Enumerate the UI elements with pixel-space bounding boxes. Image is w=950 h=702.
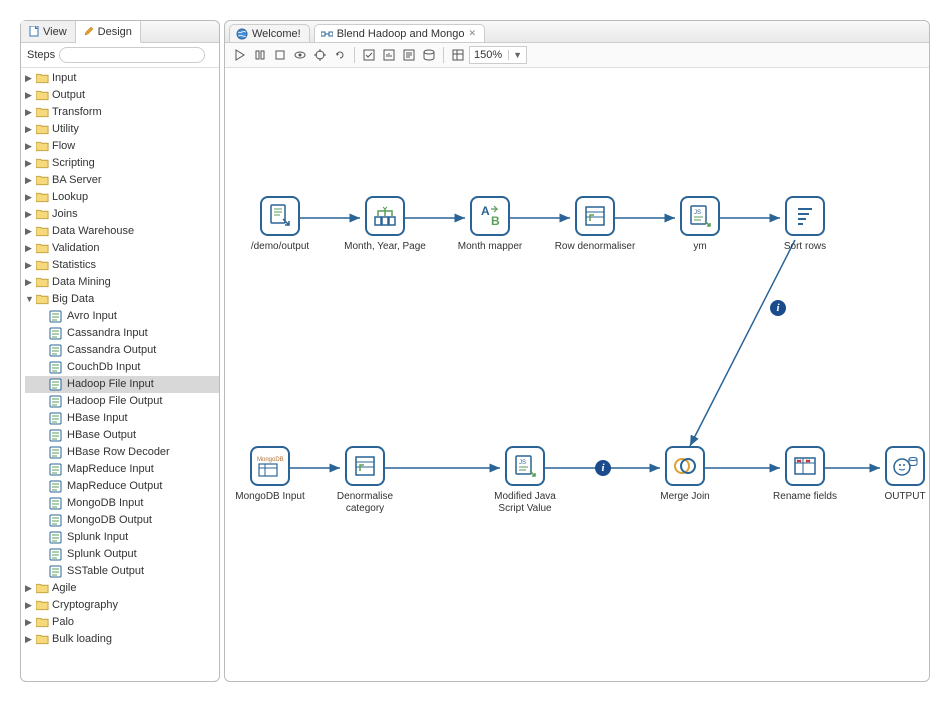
preview-button[interactable]	[291, 46, 309, 64]
right-panel: Welcome! Blend Hadoop and Mongo ✕ 150%	[224, 20, 930, 682]
chevron-down-icon: ▼	[508, 50, 522, 60]
tree-folder[interactable]: ▶Validation	[25, 240, 219, 257]
svg-text:JS: JS	[519, 460, 526, 466]
info-badge[interactable]: i	[770, 300, 786, 316]
tab-view[interactable]: View	[21, 21, 76, 42]
tab-welcome-label: Welcome!	[252, 28, 301, 40]
tree-folder[interactable]: ▶Statistics	[25, 257, 219, 274]
steps-header: Steps	[21, 43, 219, 68]
tab-welcome[interactable]: Welcome!	[229, 24, 310, 42]
sql-button[interactable]	[400, 46, 418, 64]
close-icon[interactable]: ✕	[469, 28, 477, 39]
page-icon	[29, 26, 40, 37]
run-button[interactable]	[231, 46, 249, 64]
svg-text:JS: JS	[694, 210, 701, 216]
pause-button[interactable]	[251, 46, 269, 64]
node-demo-output[interactable]: /demo/output	[235, 196, 325, 253]
svg-text:A: A	[481, 204, 490, 218]
svg-text:MongoDB: MongoDB	[257, 457, 284, 463]
tree-step[interactable]: CouchDb Input	[25, 359, 219, 376]
tree-step[interactable]: MapReduce Output	[25, 478, 219, 495]
left-panel: View Design Steps ▶Input▶Output▶Transfor…	[20, 20, 220, 682]
svg-text:B: B	[491, 214, 500, 228]
tree-folder[interactable]: ▶Output	[25, 87, 219, 104]
tree-step[interactable]: HBase Row Decoder	[25, 444, 219, 461]
tree-step[interactable]: Cassandra Input	[25, 325, 219, 342]
tree-folder[interactable]: ▶Transform	[25, 104, 219, 121]
tab-design[interactable]: Design	[76, 21, 141, 43]
tree-step[interactable]: MongoDB Output	[25, 512, 219, 529]
globe-icon	[236, 28, 248, 40]
verify-button[interactable]	[360, 46, 378, 64]
node-merge-join[interactable]: Merge Join	[640, 446, 730, 503]
zoom-value: 150%	[474, 49, 502, 61]
info-badge[interactable]: i	[595, 460, 611, 476]
tree-folder[interactable]: ▶Agile	[25, 580, 219, 597]
tree-folder[interactable]: ▶Bulk loading	[25, 631, 219, 648]
show-results-button[interactable]	[449, 46, 467, 64]
impact-button[interactable]	[380, 46, 398, 64]
tree-step[interactable]: MapReduce Input	[25, 461, 219, 478]
stop-button[interactable]	[271, 46, 289, 64]
tree-folder[interactable]: ▶Palo	[25, 614, 219, 631]
tree-folder[interactable]: ▶Lookup	[25, 189, 219, 206]
tree-step[interactable]: MongoDB Input	[25, 495, 219, 512]
tree-step[interactable]: HBase Output	[25, 427, 219, 444]
node-sort-rows[interactable]: Sort rows	[760, 196, 850, 253]
node-row-denormaliser[interactable]: Row denormaliser	[550, 196, 640, 253]
transform-icon	[321, 28, 333, 40]
tab-blend[interactable]: Blend Hadoop and Mongo ✕	[314, 24, 485, 42]
tree-step[interactable]: SSTable Output	[25, 563, 219, 580]
tree-folder[interactable]: ▶Utility	[25, 121, 219, 138]
tree-folder[interactable]: ▶Joins	[25, 206, 219, 223]
tree-folder[interactable]: ▶Data Warehouse	[25, 223, 219, 240]
tree-step[interactable]: Splunk Output	[25, 546, 219, 563]
tree-step[interactable]: Hadoop File Output	[25, 393, 219, 410]
tab-blend-label: Blend Hadoop and Mongo	[337, 28, 465, 40]
tree-step[interactable]: HBase Input	[25, 410, 219, 427]
node-denormalise-category[interactable]: Denormalise category	[320, 446, 410, 515]
editor-tabs: Welcome! Blend Hadoop and Mongo ✕	[225, 21, 929, 43]
node-month-year-page[interactable]: Month, Year, Page	[340, 196, 430, 253]
tree-folder[interactable]: ▶BA Server	[25, 172, 219, 189]
node-output[interactable]: OUTPUT	[860, 446, 929, 503]
steps-label: Steps	[27, 49, 55, 61]
tab-design-label: Design	[98, 26, 132, 38]
connectors	[225, 68, 929, 681]
node-ym[interactable]: JS ym	[655, 196, 745, 253]
node-modified-js[interactable]: JS Modified Java Script Value	[480, 446, 570, 515]
tree-step[interactable]: Splunk Input	[25, 529, 219, 546]
search-input[interactable]	[59, 47, 205, 63]
left-tabs: View Design	[21, 21, 219, 43]
node-rename-fields[interactable]: Rename fields	[760, 446, 850, 503]
tree-folder-bigdata[interactable]: ▼Big Data	[25, 291, 219, 308]
pencil-icon	[84, 26, 95, 37]
tree-folder[interactable]: ▶Scripting	[25, 155, 219, 172]
tree-step[interactable]: Cassandra Output	[25, 342, 219, 359]
steps-tree[interactable]: ▶Input▶Output▶Transform▶Utility▶Flow▶Scr…	[21, 68, 219, 681]
tree-folder[interactable]: ▶Flow	[25, 138, 219, 155]
node-month-mapper[interactable]: AB Month mapper	[445, 196, 535, 253]
node-mongodb-input[interactable]: MongoDB MongoDB Input	[225, 446, 315, 503]
canvas[interactable]: i i /demo/output Month, Year, Page AB Mo…	[225, 68, 929, 681]
replay-button[interactable]	[331, 46, 349, 64]
zoom-select[interactable]: 150% ▼	[469, 46, 527, 64]
tree-folder[interactable]: ▶Cryptography	[25, 597, 219, 614]
debug-button[interactable]	[311, 46, 329, 64]
tab-view-label: View	[43, 26, 67, 38]
tree-step[interactable]: Hadoop File Input	[25, 376, 219, 393]
canvas-toolbar: 150% ▼	[225, 43, 929, 68]
tree-step[interactable]: Avro Input	[25, 308, 219, 325]
tree-folder[interactable]: ▶Data Mining	[25, 274, 219, 291]
explore-button[interactable]	[420, 46, 438, 64]
tree-folder[interactable]: ▶Input	[25, 70, 219, 87]
